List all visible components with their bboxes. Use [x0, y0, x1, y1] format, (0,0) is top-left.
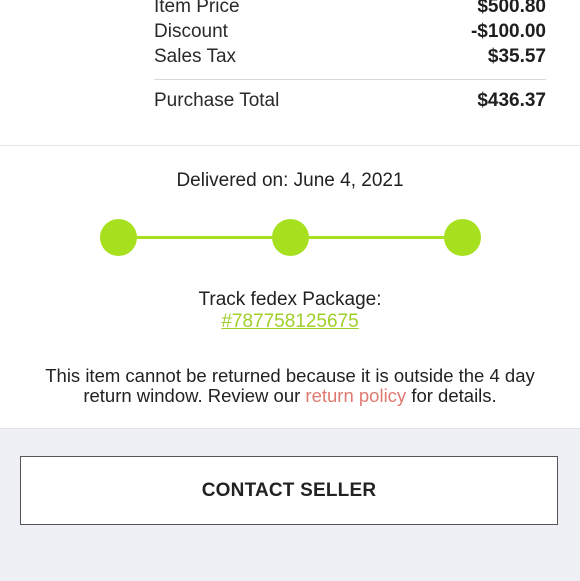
progress-connector [309, 236, 444, 239]
section-divider [0, 145, 580, 146]
sales-tax-value: $35.57 [487, 46, 546, 67]
tracking-number-wrapper: #787758125675 [0, 311, 580, 333]
purchase-total-value: $436.37 [477, 90, 546, 111]
tracking-number-link[interactable]: #787758125675 [221, 311, 358, 332]
purchase-total-row: Purchase Total $436.37 [154, 89, 546, 113]
progress-step-dot [100, 219, 137, 256]
discount-label: Discount [154, 21, 228, 42]
return-policy-link[interactable]: return policy [305, 385, 406, 406]
discount-value: -$100.00 [470, 21, 546, 42]
progress-step-dot [444, 219, 481, 256]
delivery-progress-tracker [100, 219, 481, 256]
sales-tax-label: Sales Tax [154, 46, 237, 67]
progress-connector [137, 236, 272, 239]
item-price-row: Item Price $500.80 [154, 0, 546, 19]
return-policy-note: This item cannot be returned because it … [30, 366, 550, 406]
summary-divider [154, 79, 546, 80]
delivered-date: Delivered on: June 4, 2021 [176, 170, 404, 191]
progress-step-dot [272, 219, 309, 256]
contact-seller-button[interactable]: CONTACT SELLER [20, 456, 558, 525]
discount-row: Discount -$100.00 [154, 20, 546, 44]
return-note-suffix: for details. [406, 385, 497, 406]
item-price-value: $500.80 [477, 0, 546, 17]
purchase-total-label: Purchase Total [154, 90, 280, 111]
track-package-label: Track fedex Package: [198, 289, 382, 310]
item-price-label: Item Price [154, 0, 240, 17]
sales-tax-row: Sales Tax $35.57 [154, 45, 546, 69]
